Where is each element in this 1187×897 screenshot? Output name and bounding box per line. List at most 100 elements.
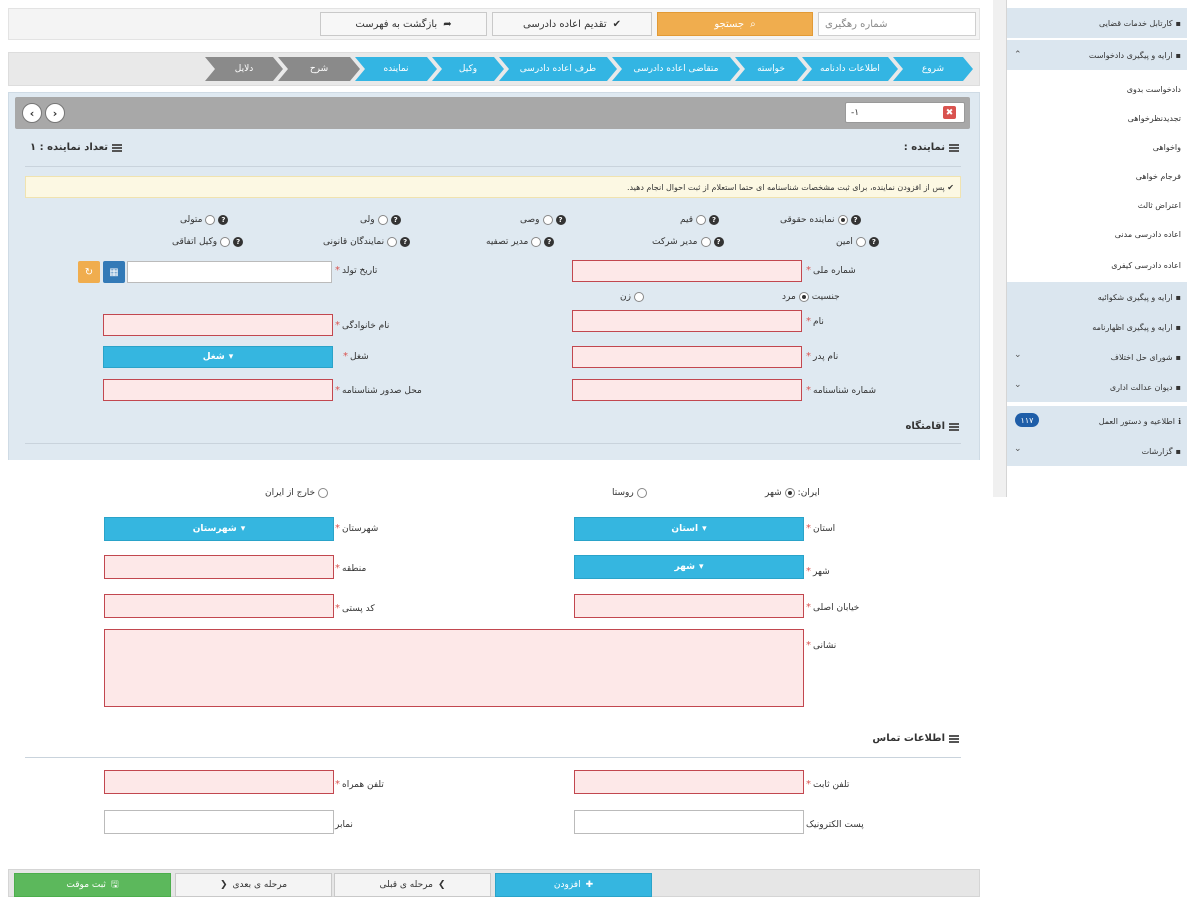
- record-tab[interactable]: -۱ ✖: [845, 102, 965, 123]
- sidebar-item-administrative-court[interactable]: ▪ دیوان عدالت اداری: [1007, 372, 1187, 402]
- region-input[interactable]: [104, 555, 334, 579]
- radio[interactable]: [387, 237, 398, 247]
- prev-record-button[interactable]: ‹: [22, 103, 42, 123]
- radio[interactable]: [700, 237, 711, 247]
- help-icon: ?: [218, 215, 229, 225]
- step-reasons[interactable]: دلایل: [205, 57, 283, 81]
- national-code-input[interactable]: [572, 260, 802, 282]
- email-input[interactable]: [574, 810, 804, 834]
- id-place-input[interactable]: [103, 379, 333, 401]
- step-retrial-party[interactable]: طرف اعاده دادرسی: [499, 57, 617, 81]
- rep-type-parent[interactable]: ? ولی: [360, 215, 401, 225]
- search-button[interactable]: ⌕ جستجو: [657, 12, 813, 36]
- radio[interactable]: [855, 237, 866, 247]
- help-icon: ?: [544, 237, 555, 247]
- step-verdict-info[interactable]: اطلاعات دادنامه: [802, 57, 898, 81]
- radio[interactable]: [636, 488, 647, 498]
- city-select[interactable]: ▾ شهر: [574, 555, 804, 579]
- fax-input[interactable]: [104, 810, 334, 834]
- sidebar-item-civil-retrial[interactable]: اعاده دادرسی مدنی: [1007, 219, 1187, 249]
- next-record-button[interactable]: ›: [45, 103, 65, 123]
- birth-date-input[interactable]: [127, 261, 332, 283]
- father-name-input[interactable]: [572, 346, 802, 368]
- radio[interactable]: [784, 488, 795, 498]
- abroad-option[interactable]: خارج از ایران: [265, 488, 329, 498]
- sidebar-item-petition[interactable]: ▪ ارایه و پیگیری دادخواست: [1007, 40, 1187, 70]
- radio[interactable]: [542, 215, 553, 225]
- sidebar-item-third-party[interactable]: اعتراض ثالث: [1007, 190, 1187, 220]
- radio[interactable]: [377, 215, 388, 225]
- step-start[interactable]: شروع: [893, 57, 973, 81]
- radio[interactable]: [318, 488, 329, 498]
- phone-input[interactable]: [574, 770, 804, 794]
- radio[interactable]: [633, 292, 644, 302]
- calendar-button[interactable]: ▦: [103, 261, 125, 283]
- chevron-down-icon[interactable]: ⌄: [1014, 444, 1022, 454]
- rep-type-occasional-lawyer[interactable]: ? وکیل اتفاقی: [172, 237, 244, 247]
- chevron-down-icon[interactable]: ⌄: [1014, 350, 1022, 360]
- step-description[interactable]: شرح: [278, 57, 360, 81]
- rep-type-legal-reps[interactable]: ? نمایندگان قانونی: [323, 237, 411, 247]
- province-select[interactable]: ▾ استان: [574, 517, 804, 541]
- rep-type-guardian[interactable]: ? قیم: [680, 215, 720, 225]
- caret-down-icon: ▾: [228, 352, 234, 362]
- refresh-button[interactable]: ↻: [78, 261, 100, 283]
- radio[interactable]: [798, 292, 809, 302]
- step-claim[interactable]: خواسته: [735, 57, 807, 81]
- radio[interactable]: [531, 237, 542, 247]
- sidebar-item-initial-petition[interactable]: دادخواست بدوی: [1007, 74, 1187, 104]
- sidebar-scrollbar[interactable]: [993, 0, 1007, 497]
- radio[interactable]: [837, 215, 848, 225]
- sidebar-item-cassation[interactable]: فرجام خواهی: [1007, 161, 1187, 191]
- save-draft-button[interactable]: 🖫 ثبت موقت: [14, 873, 171, 897]
- sidebar-item-criminal-retrial[interactable]: اعاده دادرسی کیفری: [1007, 250, 1187, 280]
- sidebar-item-dispute-council[interactable]: ▪ شورای حل اختلاف: [1007, 342, 1187, 372]
- sidebar-item-appeal[interactable]: تجدیدنظرخواهی: [1007, 103, 1187, 133]
- sidebar-item-objection[interactable]: واخواهی: [1007, 132, 1187, 162]
- close-icon[interactable]: ✖: [943, 106, 956, 119]
- rep-type-liquidator[interactable]: ? مدیر تصفیه: [486, 237, 555, 247]
- add-button[interactable]: ✚ افزودن: [495, 873, 652, 897]
- birth-date-label: تاریخ تولد *: [335, 265, 378, 276]
- plus-icon: ✚: [585, 880, 594, 890]
- id-number-input[interactable]: [572, 379, 802, 401]
- first-name-input[interactable]: [572, 310, 802, 332]
- tracking-number-input[interactable]: شماره رهگیری: [818, 12, 976, 36]
- gender-male[interactable]: جنسیت مرد: [782, 292, 840, 302]
- county-select[interactable]: ▾ شهرستان: [104, 517, 334, 541]
- fax-label: نمابر: [335, 820, 353, 830]
- last-name-input[interactable]: [103, 314, 333, 336]
- sidebar-item-judicial-services[interactable]: ▪ کارتابل خدمات قضایی: [1007, 8, 1187, 38]
- arrow-forward-icon: ➦: [443, 18, 452, 30]
- next-step-button[interactable]: مرحله ی بعدی ❮: [175, 873, 332, 897]
- street-input[interactable]: [574, 594, 804, 618]
- rep-type-trustee[interactable]: ? متولی: [180, 215, 229, 225]
- step-representative[interactable]: نماینده: [355, 57, 437, 81]
- address-textarea[interactable]: [104, 629, 804, 707]
- radio[interactable]: [205, 215, 216, 225]
- rep-type-company-manager[interactable]: ? مدیر شرکت: [652, 237, 724, 247]
- sidebar-item-declaration[interactable]: ▪ ارایه و پیگیری اظهارنامه: [1007, 312, 1187, 342]
- mobile-input[interactable]: [104, 770, 334, 794]
- postal-code-input[interactable]: [104, 594, 334, 618]
- gender-female[interactable]: زن: [620, 292, 644, 302]
- back-to-list-button[interactable]: ➦ بازگشت به فهرست: [320, 12, 487, 36]
- sidebar-item-complaint[interactable]: ▪ ارایه و پیگیری شکوائیه: [1007, 282, 1187, 312]
- radio[interactable]: [696, 215, 707, 225]
- submit-retrial-button[interactable]: ✔ تقدیم اعاده دادرسی: [492, 12, 652, 36]
- chevron-up-icon[interactable]: ⌃: [1014, 50, 1022, 60]
- job-select[interactable]: ▾ شغل: [103, 346, 333, 368]
- radio[interactable]: [220, 237, 231, 247]
- step-retrial-applicant[interactable]: متقاضی اعاده دادرسی: [612, 57, 740, 81]
- national-code-label: شماره ملی *: [806, 265, 856, 276]
- chevron-down-icon[interactable]: ⌄: [1014, 380, 1022, 390]
- step-lawyer[interactable]: وکیل: [432, 57, 504, 81]
- representative-count: تعداد نماینده : ۱: [30, 142, 123, 153]
- sidebar-item-reports[interactable]: ▪ گزارشات: [1007, 436, 1187, 466]
- prev-step-button[interactable]: ❯ مرحله ی قبلی: [334, 873, 491, 897]
- iran-city-option[interactable]: ایران: شهر: [765, 488, 820, 498]
- rep-type-custodian[interactable]: ? امین: [836, 237, 879, 247]
- rep-type-legal[interactable]: ? نماینده حقوقی: [780, 215, 861, 225]
- rep-type-executor[interactable]: ? وصی: [520, 215, 566, 225]
- village-option[interactable]: روستا: [612, 488, 647, 498]
